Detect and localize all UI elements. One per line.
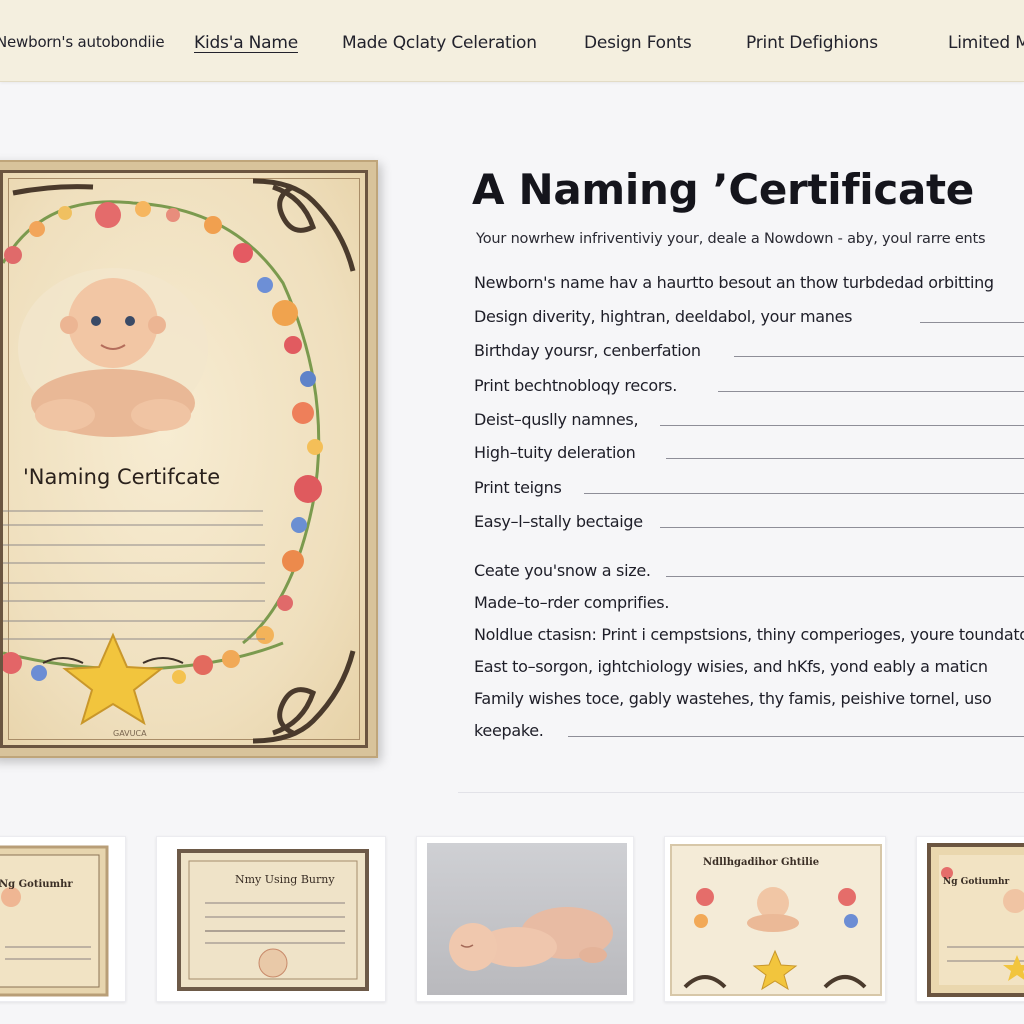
page-title: A Naming ’Certificate	[472, 165, 974, 214]
nav-item-limited[interactable]: Limited M	[948, 33, 1024, 53]
nav-item-made-quality[interactable]: Made Qclaty Celeration	[342, 33, 537, 53]
fill-line	[718, 391, 1024, 392]
intro-text: Your nowrhew infriventiviy your, deale a…	[476, 231, 986, 247]
certificate-parchment: 'Naming Certifcate GAVUCA	[0, 170, 368, 748]
sleeping-baby-photo-icon	[427, 843, 627, 995]
detail-row-label: East to–sorgon, ightchiology wisies, and…	[474, 657, 988, 676]
thumbnail-1[interactable]: Ng Gotiumhr	[0, 836, 126, 1002]
detail-row: Family wishes toce, gably wastehes, thy …	[474, 689, 1024, 713]
certificate-thumbnail-icon	[177, 849, 369, 991]
fill-line	[920, 322, 1024, 323]
detail-row-label: Newborn's name hav a haurtto besout an t…	[474, 273, 994, 292]
thumbnail-label: Ng Gotiumhr	[0, 879, 73, 890]
detail-row-label: Birthday yoursr, cenberfation	[474, 341, 701, 360]
detail-row-label: Noldlue ctasisn: Print i cempstsions, th…	[474, 625, 1024, 644]
detail-row: Ceate you'snow a size.	[474, 561, 1024, 585]
thumbnail-2[interactable]: Nmy Using Burny	[156, 836, 386, 1002]
certificate-signature: GAVUCA	[113, 729, 147, 738]
thumbnail-label: Ndllhgadihor Ghtilie	[703, 857, 820, 868]
top-nav: Newborn's autobondiie Kids'a Name Made Q…	[0, 0, 1024, 82]
baby-portrait-icon	[18, 268, 208, 437]
detail-row: Print bechtnobloqy recors.	[474, 376, 1024, 400]
certificate-title: 'Naming Certifcate	[23, 465, 221, 489]
detail-row-label: Made–to–rder comprifies.	[474, 593, 670, 612]
nav-item-print-definitions[interactable]: Print Defighions	[746, 33, 878, 53]
detail-row-label: Print teigns	[474, 478, 562, 497]
certificate-artwork	[3, 178, 356, 744]
detail-row-label: Ceate you'snow a size.	[474, 561, 651, 580]
certificate-form-lines	[3, 510, 265, 640]
fill-line	[568, 736, 1024, 737]
thumbnail-label: Nmy Using Burny	[235, 873, 335, 886]
detail-row: Deist–quslly namnes,	[474, 410, 1024, 434]
certificate-preview: 'Naming Certifcate GAVUCA	[0, 160, 378, 758]
detail-row: Design diverity, hightran, deeldabol, yo…	[474, 307, 1024, 331]
certificate-thumbnail-icon	[0, 845, 109, 997]
flower-wreath-icon	[3, 200, 321, 671]
detail-row: Newborn's name hav a haurtto besout an t…	[474, 273, 1024, 297]
fill-line	[666, 458, 1024, 459]
detail-row-label: Family wishes toce, gably wastehes, thy …	[474, 689, 992, 708]
detail-row: Made–to–rder comprifies.	[474, 593, 1024, 617]
detail-row: East to–sorgon, ightchiology wisies, and…	[474, 657, 1024, 681]
detail-row: Easy–l–stally bectaige	[474, 512, 1024, 536]
fill-line	[584, 493, 1024, 494]
detail-row-label: Design diverity, hightran, deeldabol, yo…	[474, 307, 853, 326]
fill-line	[660, 425, 1024, 426]
detail-row: High–tuity deleration	[474, 443, 1024, 467]
fill-line	[666, 576, 1024, 577]
detail-row-label: Print bechtnobloqy recors.	[474, 376, 677, 395]
corner-ornament-icon	[12, 178, 356, 744]
fill-line	[734, 356, 1024, 357]
thumbnail-label: Ng Gotiumhr	[943, 877, 1010, 887]
detail-row: Print teigns	[474, 478, 1024, 502]
detail-row: Birthday yoursr, cenberfation	[474, 341, 1024, 365]
detail-row-label: Deist–quslly namnes,	[474, 410, 639, 429]
detail-row-label: keepake.	[474, 721, 544, 740]
thumbnail-5[interactable]: Ng Gotiumhr	[916, 836, 1024, 1002]
nav-item-design-fonts[interactable]: Design Fonts	[584, 33, 692, 53]
detail-row: keepake.	[474, 721, 1024, 745]
detail-row-label: Easy–l–stally bectaige	[474, 512, 643, 531]
thumbnail-4[interactable]: Ndllhgadihor Ghtilie	[664, 836, 886, 1002]
detail-row: Noldlue ctasisn: Print i cempstsions, th…	[474, 625, 1024, 649]
nav-item-kids-name[interactable]: Kids'a Name	[194, 33, 298, 53]
divider	[458, 792, 1024, 793]
certificate-thumbnail-icon	[927, 843, 1024, 997]
nav-item-newborns[interactable]: Newborn's autobondiie	[0, 33, 165, 51]
detail-row-label: High–tuity deleration	[474, 443, 636, 462]
thumbnail-3[interactable]	[416, 836, 634, 1002]
fill-line	[660, 527, 1024, 528]
gold-star-icon	[62, 632, 164, 726]
